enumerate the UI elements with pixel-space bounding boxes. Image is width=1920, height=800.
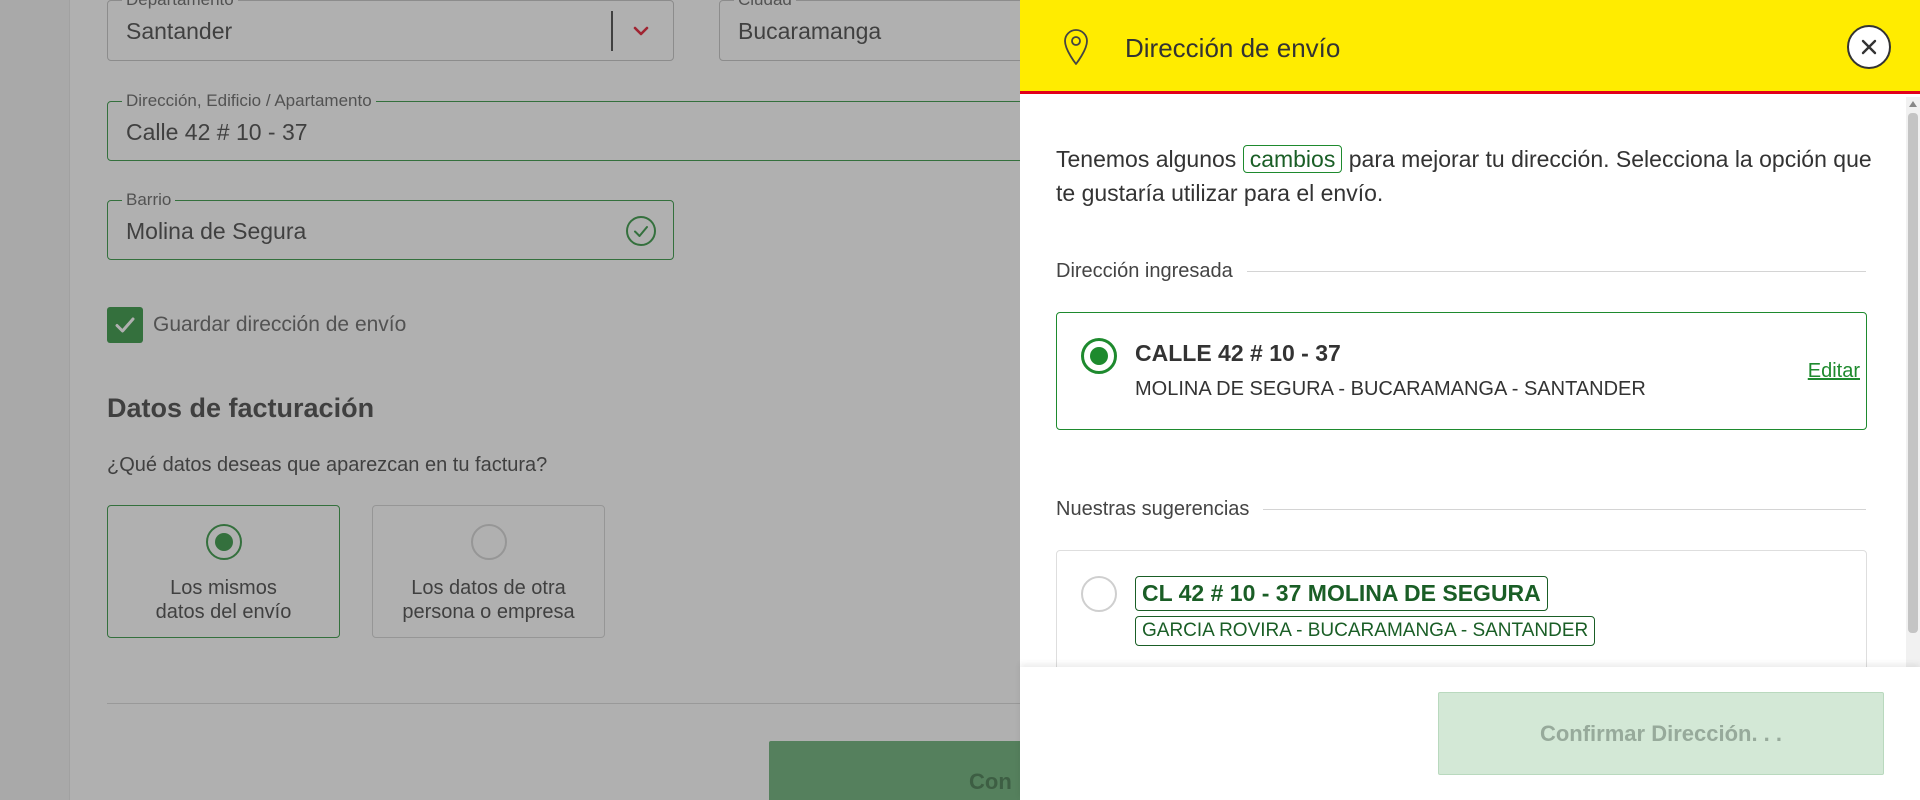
- intro-highlight: cambios: [1242, 145, 1343, 173]
- scroll-up-arrow[interactable]: [1909, 101, 1917, 107]
- drawer-header: Dirección de envío: [1020, 0, 1920, 94]
- location-pin-icon: [1064, 29, 1088, 65]
- suggested-address-main: CL 42 # 10 - 37 MOLINA DE SEGURA: [1135, 576, 1548, 611]
- entered-address-card[interactable]: CALLE 42 # 10 - 37 MOLINA DE SEGURA - BU…: [1056, 312, 1867, 430]
- entered-address-main: CALLE 42 # 10 - 37: [1135, 340, 1341, 366]
- scrollbar[interactable]: [1906, 97, 1920, 667]
- edit-address-link[interactable]: Editar: [1808, 360, 1860, 383]
- drawer-footer: Confirmar Dirección. . .: [1020, 667, 1920, 800]
- intro-text: Tenemos algunos cambios para mejorar tu …: [1056, 142, 1886, 210]
- intro-text-start: Tenemos algunos: [1056, 146, 1237, 172]
- scrollbar-thumb[interactable]: [1908, 113, 1918, 633]
- close-button[interactable]: [1847, 25, 1891, 69]
- close-icon: [1861, 39, 1877, 55]
- entered-address-sub: MOLINA DE SEGURA - BUCARAMANGA - SANTAND…: [1135, 378, 1646, 400]
- suggestions-section-label: Nuestras sugerencias: [1056, 498, 1264, 521]
- entered-address-radio[interactable]: [1081, 338, 1117, 374]
- drawer-title: Dirección de envío: [1125, 33, 1341, 63]
- drawer-body: Tenemos algunos cambios para mejorar tu …: [1020, 97, 1920, 667]
- suggested-address-card[interactable]: CL 42 # 10 - 37 MOLINA DE SEGURA GARCIA …: [1056, 550, 1867, 667]
- entered-section-label: Dirección ingresada: [1056, 260, 1247, 283]
- shipping-address-drawer: Dirección de envío Tenemos algunos cambi…: [1020, 0, 1920, 800]
- confirm-address-button[interactable]: Confirmar Dirección. . .: [1438, 692, 1884, 775]
- suggested-address-sub: GARCIA ROVIRA - BUCARAMANGA - SANTANDER: [1135, 616, 1596, 646]
- suggested-address-radio[interactable]: [1081, 576, 1117, 612]
